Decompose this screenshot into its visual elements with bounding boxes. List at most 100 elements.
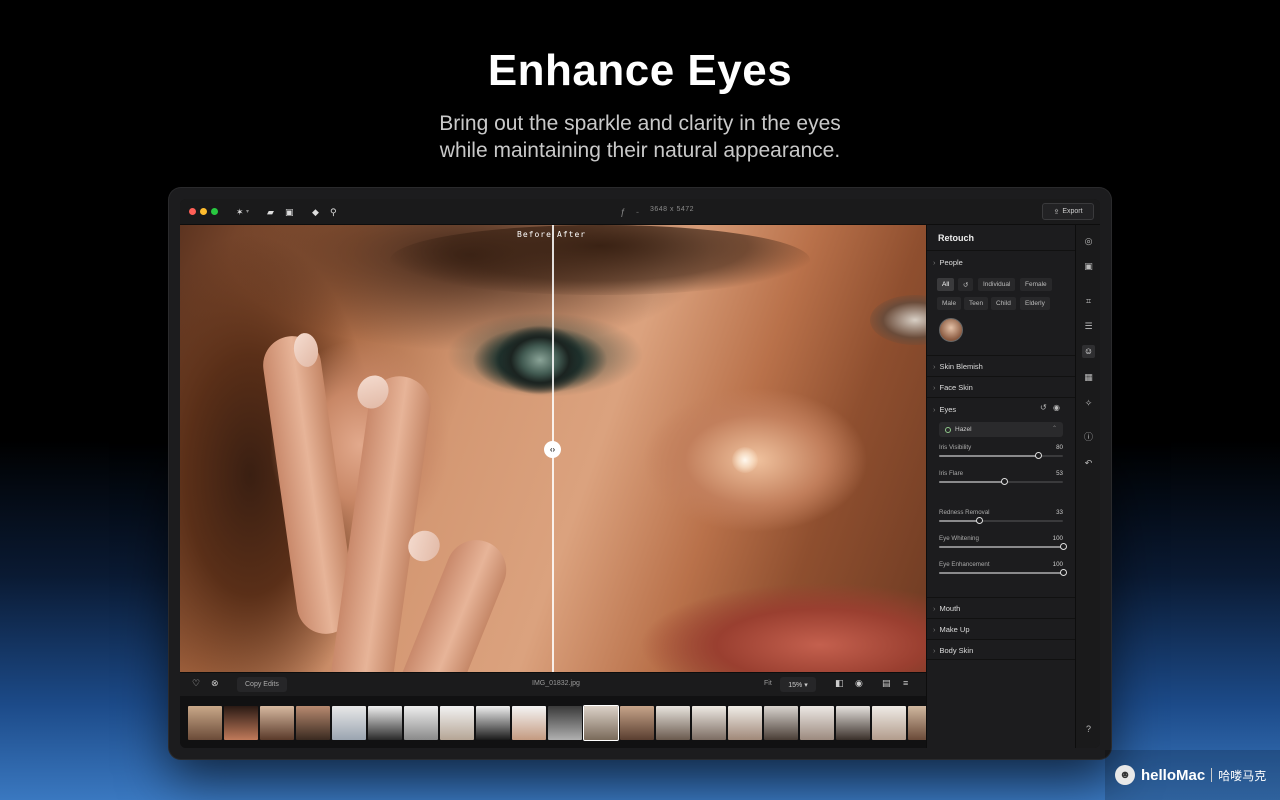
filmstrip-thumbnail[interactable]	[836, 706, 870, 740]
slider-thumb[interactable]	[1059, 569, 1067, 576]
filmstrip-thumbnail[interactable]	[188, 706, 222, 740]
retouch-face-icon[interactable]: ☺	[1082, 345, 1095, 358]
people-section-header[interactable]: People	[933, 258, 963, 267]
chip-female[interactable]: Female	[1020, 278, 1052, 291]
adjust-sliders-icon[interactable]: ☰	[1082, 320, 1095, 333]
eye-visibility-icon[interactable]: ◉	[1053, 403, 1060, 412]
slider-value[interactable]: 33	[1056, 509, 1063, 516]
filmstrip-thumbnail[interactable]	[728, 706, 762, 740]
filmstrip-thumbnail[interactable]	[764, 706, 798, 740]
slider-track[interactable]	[939, 517, 1063, 524]
reset-icon[interactable]: ↺	[1040, 403, 1047, 412]
gallery-icon[interactable]: ▣	[285, 205, 294, 219]
filmstrip-thumbnail[interactable]	[872, 706, 906, 740]
filmstrip-thumbnail[interactable]	[908, 706, 926, 740]
close-window-button[interactable]	[189, 208, 196, 215]
make-up-section[interactable]: Make Up	[927, 618, 1076, 639]
slider-thumb[interactable]	[1034, 452, 1042, 459]
filmstrip-thumbnail[interactable]	[656, 706, 690, 740]
slider-thumb[interactable]	[1059, 543, 1067, 550]
history-icon[interactable]: ↶	[1082, 457, 1095, 470]
split-view-icon[interactable]: ◧	[835, 678, 844, 689]
chip-individual[interactable]: Individual	[978, 278, 1016, 291]
slider-track[interactable]	[939, 452, 1063, 459]
reject-icon[interactable]: ⊗	[211, 678, 219, 689]
slider-track[interactable]	[939, 543, 1067, 550]
magic-wand-icon[interactable]: ✧	[1082, 397, 1095, 410]
chip-all[interactable]: All	[937, 278, 955, 291]
chip-teen[interactable]: Teen	[964, 297, 989, 310]
slider-fill	[939, 520, 980, 522]
body-skin-header[interactable]: Body Skin	[933, 646, 974, 655]
export-button[interactable]: ⇪ Export	[1042, 203, 1094, 220]
info-icon[interactable]: ⓘ	[1082, 431, 1095, 444]
chip-child[interactable]: Child	[991, 297, 1016, 310]
make-up-header[interactable]: Make Up	[933, 625, 970, 634]
list-view-icon[interactable]: ≡	[903, 678, 908, 688]
minimize-window-button[interactable]	[200, 208, 207, 215]
layers-icon[interactable]: ▦	[1082, 371, 1095, 384]
filmstrip-thumbnail[interactable]	[692, 706, 726, 740]
zoom-window-button[interactable]	[211, 208, 218, 215]
sparkle-icon[interactable]: ✶	[236, 205, 244, 219]
hero-title: Enhance Eyes	[487, 46, 793, 95]
filmstrip-thumbnail[interactable]	[548, 706, 582, 740]
body-skin-section[interactable]: Body Skin	[927, 639, 1076, 660]
eyebrow	[390, 225, 810, 295]
chip-elderly[interactable]: Elderly	[1020, 297, 1050, 310]
filmstrip-thumbnail[interactable]	[512, 706, 546, 740]
heart-icon[interactable]: ♡	[192, 678, 200, 689]
filmstrip-thumbnail[interactable]	[404, 706, 438, 740]
person-avatar[interactable]	[939, 318, 963, 342]
slider-track[interactable]	[939, 569, 1067, 576]
eraser-icon[interactable]: ◆	[312, 205, 319, 219]
filmstrip-thumbnail[interactable]	[800, 706, 834, 740]
chip-reset[interactable]: ↺	[958, 278, 974, 291]
filmstrip-thumbnail-selected[interactable]	[583, 705, 619, 741]
mouth-header[interactable]: Mouth	[933, 604, 961, 613]
eye-left	[450, 320, 640, 400]
filmstrip-thumbnail[interactable]	[296, 706, 330, 740]
crop-icon[interactable]: ⌗	[1082, 295, 1095, 308]
help-icon[interactable]: ?	[1082, 723, 1095, 736]
magnifier-icon[interactable]: ⚲	[330, 205, 337, 219]
filmstrip-toggle-icon[interactable]: ▤	[882, 678, 891, 689]
slider-label: Iris Flare	[939, 470, 964, 477]
eye-color-swatch	[945, 426, 951, 433]
app-window-content: ✶ ▾ ▰ ▣ ◆ ⚲ ƒ - 3648 x 5472 ⇪ Export Bef…	[180, 199, 1100, 748]
skin-blemish-header[interactable]: Skin Blemish	[933, 362, 983, 371]
filmstrip-thumbnail[interactable]	[476, 706, 510, 740]
compare-drag-handle[interactable]: ‹›	[544, 441, 561, 458]
eye-preview-icon[interactable]: ◉	[855, 678, 863, 689]
slider-fill	[939, 572, 1063, 574]
slider-value[interactable]: 80	[1056, 444, 1063, 451]
slider-value[interactable]: 100	[1053, 561, 1063, 568]
chip-male[interactable]: Male	[937, 297, 962, 310]
eye-color-select[interactable]: Hazel ⌃	[939, 422, 1063, 437]
filmstrip-thumbnail[interactable]	[332, 706, 366, 740]
ai-select-icon[interactable]: ▣	[1082, 260, 1095, 273]
slider-value[interactable]: 100	[1053, 535, 1063, 542]
mouth-section[interactable]: Mouth	[927, 597, 1076, 618]
slider-track[interactable]	[939, 478, 1063, 485]
filmstrip-thumbnail[interactable]	[440, 706, 474, 740]
fit-button[interactable]: Fit	[764, 680, 772, 687]
presets-icon[interactable]: ◎	[1082, 235, 1095, 248]
zoom-select[interactable]: 15% ▾	[780, 677, 816, 692]
folder-icon[interactable]: ▰	[267, 205, 274, 219]
slider-value[interactable]: 53	[1056, 470, 1063, 477]
copy-edits-button[interactable]: Copy Edits	[237, 677, 287, 692]
separator-dash-icon: -	[636, 207, 639, 217]
hero-subtitle: Bring out the sparkle and clarity in the…	[0, 110, 1280, 164]
chevron-down-icon[interactable]: ▾	[246, 205, 249, 219]
skin-blemish-section[interactable]: Skin Blemish	[927, 355, 1076, 376]
filmstrip-thumbnail[interactable]	[368, 706, 402, 740]
face-skin-section[interactable]: Face Skin	[927, 376, 1076, 397]
eyes-header[interactable]: Eyes	[933, 405, 957, 414]
filmstrip-thumbnail[interactable]	[224, 706, 258, 740]
nose-highlight	[732, 447, 758, 473]
face-skin-header[interactable]: Face Skin	[933, 383, 973, 392]
filmstrip-thumbnail[interactable]	[260, 706, 294, 740]
photo-canvas[interactable]: Before After ‹›	[180, 225, 926, 672]
filmstrip-thumbnail[interactable]	[620, 706, 654, 740]
